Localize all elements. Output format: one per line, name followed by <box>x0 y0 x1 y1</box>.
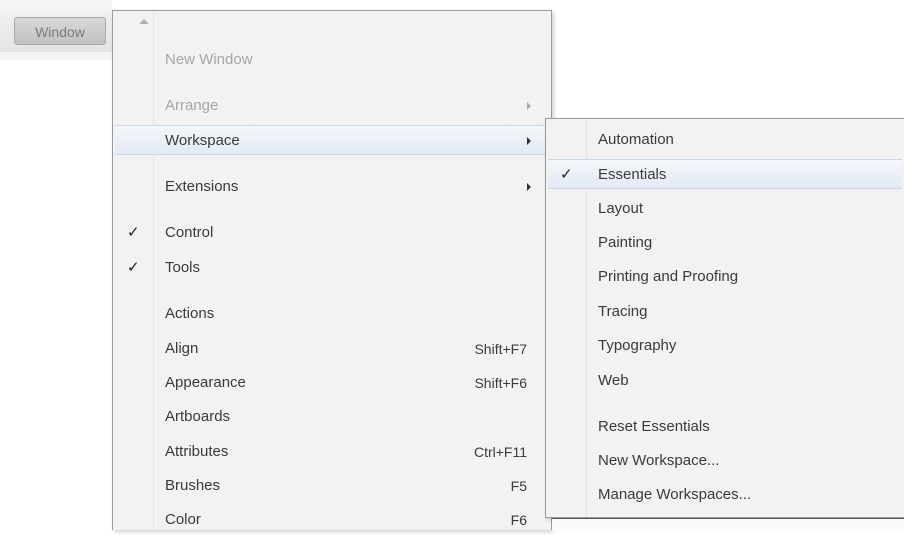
menu-item-label: Color <box>165 511 201 528</box>
workspace-submenu: Automation ✓ Essentials Layout Painting … <box>545 118 904 518</box>
menu-item-shortcut: F5 <box>510 478 527 494</box>
menu-item-label: Workspace <box>165 132 240 149</box>
menu-item-label: Actions <box>165 305 215 322</box>
submenu-item-automation[interactable]: Automation <box>546 125 904 155</box>
window-menu-button[interactable]: Window <box>14 17 106 45</box>
submenu-item-tracing[interactable]: Tracing <box>546 297 904 327</box>
submenu-item-reset-essentials[interactable]: Reset Essentials <box>546 412 904 442</box>
menu-item-label: Attributes <box>165 443 229 460</box>
submenu-item-typography[interactable]: Typography <box>546 331 904 361</box>
submenu-item-label: Painting <box>598 234 653 251</box>
submenu-item-label: New Workspace... <box>598 452 720 469</box>
menu-item-new-window[interactable]: New Window <box>113 45 551 75</box>
underlying-panel-edge <box>552 518 904 531</box>
window-menu: New Window Arrange Workspace Extensions … <box>112 10 552 530</box>
menu-item-color[interactable]: Color F6 <box>113 505 551 535</box>
submenu-item-painting[interactable]: Painting <box>546 228 904 258</box>
menu-item-shortcut: F6 <box>510 512 527 528</box>
menu-item-control[interactable]: ✓ Control <box>113 218 551 248</box>
menu-item-workspace[interactable]: Workspace <box>115 125 549 155</box>
menu-item-arrange[interactable]: Arrange <box>113 91 551 121</box>
submenu-item-label: Web <box>598 372 629 389</box>
checkmark-icon: ✓ <box>560 166 573 183</box>
menu-item-brushes[interactable]: Brushes F5 <box>113 471 551 501</box>
submenu-item-label: Tracing <box>598 303 648 320</box>
menu-item-label: New Window <box>165 51 253 68</box>
submenu-item-web[interactable]: Web <box>546 366 904 396</box>
submenu-item-label: Manage Workspaces... <box>598 486 752 503</box>
menu-item-label: Appearance <box>165 374 246 391</box>
menu-item-tools[interactable]: ✓ Tools <box>113 253 551 283</box>
menu-item-appearance[interactable]: Appearance Shift+F6 <box>113 368 551 398</box>
submenu-arrow-icon <box>527 102 531 110</box>
submenu-item-printing-and-proofing[interactable]: Printing and Proofing <box>546 262 904 292</box>
submenu-arrow-icon <box>527 183 531 191</box>
menu-item-shortcut: Shift+F7 <box>474 341 527 357</box>
menu-item-artboards[interactable]: Artboards <box>113 402 551 432</box>
submenu-item-label: Automation <box>598 131 674 148</box>
submenu-item-essentials[interactable]: ✓ Essentials <box>548 159 902 189</box>
submenu-item-label: Layout <box>598 200 644 217</box>
menu-item-extensions[interactable]: Extensions <box>113 172 551 202</box>
menu-item-shortcut: Ctrl+F11 <box>473 444 527 460</box>
submenu-item-label: Printing and Proofing <box>598 268 739 285</box>
menu-item-align[interactable]: Align Shift+F7 <box>113 334 551 364</box>
menu-item-label: Align <box>165 340 199 357</box>
submenu-item-layout[interactable]: Layout <box>546 194 904 224</box>
submenu-item-manage-workspaces[interactable]: Manage Workspaces... <box>546 480 904 510</box>
menu-item-label: Brushes <box>165 477 221 494</box>
menu-item-actions[interactable]: Actions <box>113 299 551 329</box>
menu-item-label: Tools <box>165 259 201 276</box>
scroll-up-arrow-icon[interactable] <box>139 19 149 24</box>
submenu-item-new-workspace[interactable]: New Workspace... <box>546 446 904 476</box>
menu-item-label: Control <box>165 224 214 241</box>
submenu-item-label: Typography <box>598 337 677 354</box>
menu-item-label: Arrange <box>165 97 219 114</box>
menu-item-attributes[interactable]: Attributes Ctrl+F11 <box>113 437 551 467</box>
checkmark-icon: ✓ <box>127 224 140 241</box>
menu-bar: Window <box>0 0 112 60</box>
checkmark-icon: ✓ <box>127 259 140 276</box>
submenu-arrow-icon <box>527 137 531 145</box>
menu-item-label: Artboards <box>165 408 231 425</box>
menu-item-label: Extensions <box>165 178 239 195</box>
menu-item-shortcut: Shift+F6 <box>474 375 527 391</box>
submenu-item-label: Reset Essentials <box>598 418 710 435</box>
submenu-item-label: Essentials <box>598 166 667 183</box>
